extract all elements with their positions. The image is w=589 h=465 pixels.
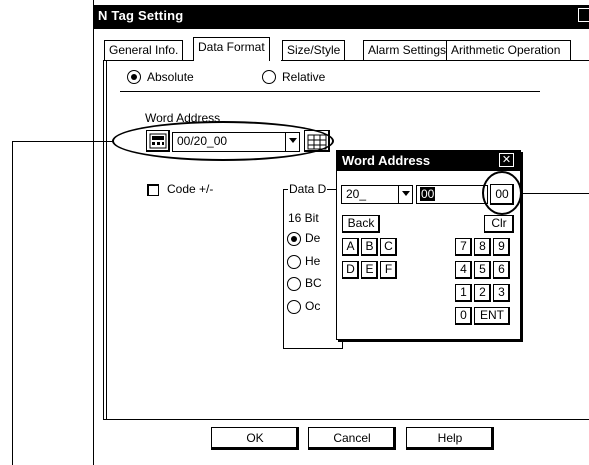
key-2[interactable]: 2	[474, 284, 491, 302]
tab-arithmetic-operation[interactable]: Arithmetic Operation	[446, 40, 571, 60]
key-9[interactable]: 9	[493, 238, 510, 256]
clear-button[interactable]: Clr	[484, 215, 514, 233]
radio-empty-icon	[287, 255, 301, 269]
tab-underline-right	[281, 60, 589, 61]
tab-alarm-settings[interactable]: Alarm Settings	[363, 40, 452, 60]
absolute-radio[interactable]	[127, 70, 141, 84]
radio-octal[interactable]	[287, 300, 301, 314]
radio-selected-icon	[127, 70, 141, 84]
key-6[interactable]: 6	[493, 261, 510, 279]
key-4[interactable]: 4	[455, 261, 472, 279]
key-f[interactable]: F	[380, 261, 397, 279]
enter-button[interactable]: ENT	[474, 307, 510, 325]
key-e[interactable]: E	[361, 261, 378, 279]
key-0[interactable]: 0	[455, 307, 472, 325]
panel-bottom-border	[103, 419, 589, 420]
radio-bcd[interactable]	[287, 277, 301, 291]
radio-hex[interactable]	[287, 255, 301, 269]
relative-radio[interactable]	[262, 70, 276, 84]
tab-size-style[interactable]: Size/Style	[282, 40, 346, 60]
highlight-ellipse-right	[482, 171, 522, 215]
panel-border-inner	[106, 60, 107, 420]
dialog-field-value: 00	[420, 187, 436, 201]
bits-label: 16 Bit	[288, 211, 319, 225]
cancel-button[interactable]: Cancel	[308, 427, 396, 450]
ok-button[interactable]: OK	[211, 427, 299, 450]
dialog-close-icon[interactable]: ✕	[499, 153, 514, 167]
leader-line-v	[12, 141, 13, 465]
tab-data-format[interactable]: Data Format	[193, 37, 270, 61]
leader-line-right	[521, 193, 589, 194]
radio-decimal[interactable]	[287, 232, 301, 246]
tab-general-info[interactable]: General Info.	[104, 40, 184, 60]
option-bcd: BC	[305, 276, 322, 290]
key-1[interactable]: 1	[455, 284, 472, 302]
window-title: N Tag Setting	[98, 8, 184, 23]
dialog-device-combo[interactable]: 20_	[341, 185, 413, 204]
tab-underline-left	[103, 60, 193, 61]
key-c[interactable]: C	[380, 238, 397, 256]
key-d[interactable]: D	[342, 261, 359, 279]
code-label: Code +/-	[167, 182, 214, 196]
back-button[interactable]: Back	[342, 215, 380, 233]
leader-line-h	[12, 141, 113, 142]
chevron-down-icon[interactable]	[398, 186, 412, 203]
data-group-title: Data D	[288, 182, 328, 196]
separator	[120, 91, 540, 92]
close-icon[interactable]	[578, 8, 589, 22]
option-octal: Oc	[305, 299, 321, 313]
panel-border	[103, 60, 104, 420]
key-7[interactable]: 7	[455, 238, 472, 256]
radio-empty-icon	[287, 277, 301, 291]
key-a[interactable]: A	[342, 238, 359, 256]
relative-label: Relative	[282, 70, 326, 84]
key-5[interactable]: 5	[474, 261, 491, 279]
key-8[interactable]: 8	[474, 238, 491, 256]
radio-empty-icon	[287, 300, 301, 314]
absolute-label: Absolute	[147, 70, 194, 84]
key-b[interactable]: B	[361, 238, 378, 256]
key-3[interactable]: 3	[493, 284, 510, 302]
option-decimal: De	[305, 231, 321, 245]
code-checkbox[interactable]	[147, 184, 159, 196]
dialog-combo-value: 20_	[346, 187, 367, 201]
help-button[interactable]: Help	[406, 427, 494, 450]
dialog-title: Word Address	[342, 153, 431, 168]
dialog-address-field[interactable]: 00	[416, 185, 488, 204]
option-hex: He	[305, 254, 321, 268]
highlight-ellipse-left	[112, 121, 334, 161]
radio-empty-icon	[262, 70, 276, 84]
radio-selected-icon	[287, 232, 301, 246]
